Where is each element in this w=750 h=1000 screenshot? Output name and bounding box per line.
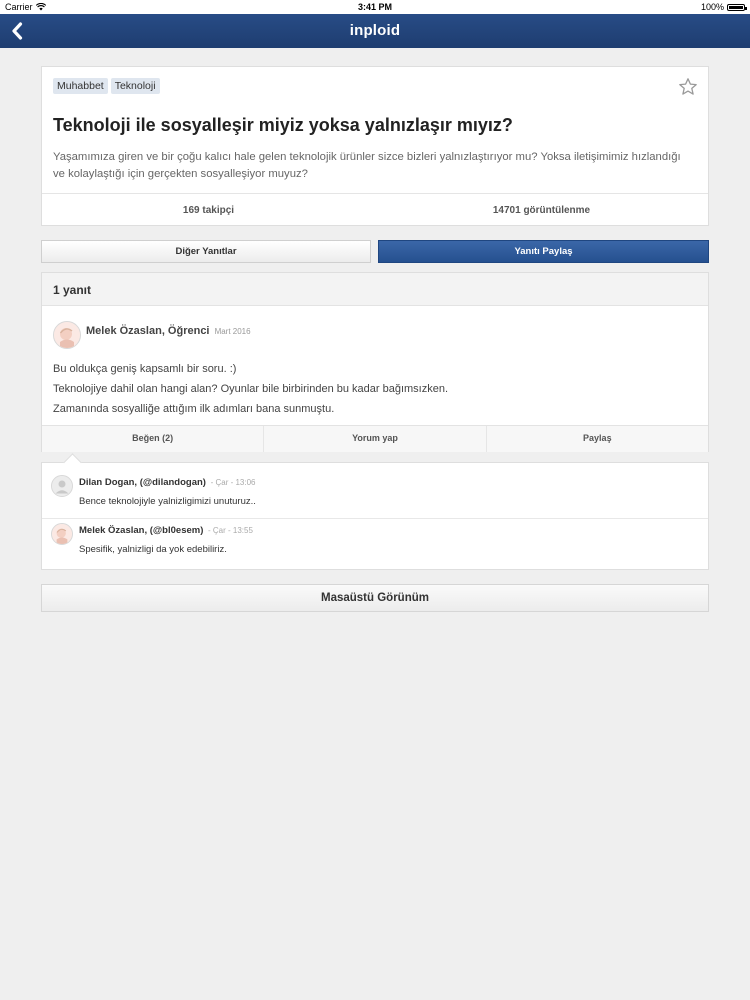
question-card: Muhabbet Teknoloji Teknoloji ile sosyall… — [41, 66, 709, 226]
star-icon[interactable] — [678, 77, 698, 97]
share-answer-button[interactable]: Yanıtı Paylaş — [378, 240, 709, 263]
battery-icon — [727, 3, 747, 11]
comment-item: Dilan Dogan, (@dilandogan) - Çar - 13:06… — [42, 471, 708, 518]
comment-time: - Çar - 13:06 — [210, 478, 256, 487]
other-answers-button[interactable]: Diğer Yanıtlar — [41, 240, 371, 263]
question-stats: 169 takipçi 14701 görüntülenme — [42, 193, 708, 227]
answer-line: Bu oldukça geniş kapsamlı bir soru. :) — [53, 363, 237, 375]
status-time: 3:41 PM — [357, 2, 392, 12]
tag-muhabbet[interactable]: Muhabbet — [53, 78, 108, 94]
question-description: Yaşamımıza giren ve bir çoğu kalıcı hale… — [53, 151, 681, 180]
comment-author[interactable]: Dilan Dogan, (@dilandogan) - Çar - 13:06 — [79, 477, 256, 488]
status-bar: Carrier 3:41 PM 100% — [0, 0, 750, 14]
tag-teknoloji[interactable]: Teknoloji — [110, 78, 160, 94]
baby-avatar-icon — [54, 322, 80, 348]
like-button[interactable]: Beğen (2) — [42, 426, 263, 452]
comment-item: Melek Özaslan, (@bl0esem) - Çar - 13:55 … — [42, 518, 708, 571]
comments-card: Dilan Dogan, (@dilandogan) - Çar - 13:06… — [41, 453, 709, 571]
comment-button[interactable]: Yorum yap — [263, 426, 485, 452]
default-avatar-icon — [52, 476, 72, 496]
answer-line: Teknolojiye dahil olan hangi alan? Oyunl… — [53, 383, 449, 395]
answer-line: Zamanında sosyalliğe attığım ilk adımlar… — [53, 403, 335, 415]
comments-pointer — [63, 453, 82, 472]
answer-actions: Beğen (2) Yorum yap Paylaş — [42, 425, 708, 452]
desktop-view-button[interactable]: Masaüstü Görünüm — [41, 584, 709, 612]
avatar[interactable] — [53, 321, 81, 349]
nav-bar: inploid — [0, 14, 750, 48]
answer-author-name: Melek Özaslan, Öğrenci — [86, 325, 210, 337]
answer-count: 1 yanıt — [53, 283, 92, 297]
answer-date: Mart 2016 — [214, 327, 251, 336]
share-button[interactable]: Paylaş — [485, 426, 708, 452]
avatar[interactable] — [51, 523, 73, 545]
question-title: Teknoloji ile sosyalleşir miyiz yoksa ya… — [53, 115, 513, 135]
baby-avatar-icon — [52, 524, 72, 544]
comment-author-name: Melek Özaslan, (@bl0esem) — [79, 525, 204, 536]
comment-time: - Çar - 13:55 — [208, 526, 253, 535]
question-tags: Muhabbet Teknoloji — [53, 78, 160, 94]
answer-author[interactable]: Melek Özaslan, Öğrenci Mart 2016 — [86, 325, 251, 337]
app-logo: inploid — [349, 22, 401, 39]
battery-percent: 100% — [700, 2, 724, 12]
battery-info: 100% — [700, 2, 747, 12]
views-count: 14701 görüntülenme — [492, 205, 591, 216]
comment-author[interactable]: Melek Özaslan, (@bl0esem) - Çar - 13:55 — [79, 525, 253, 536]
answer-body: Bu oldukça geniş kapsamlı bir soru. :) T… — [53, 359, 448, 419]
avatar[interactable] — [51, 475, 73, 497]
followers-count[interactable]: 169 takipçi — [42, 194, 375, 227]
answer-count-header: 1 yanıt — [42, 273, 708, 306]
answer-card: 1 yanıt Melek Özaslan, Öğrenci Mart 2016… — [41, 272, 709, 452]
comment-text: Bence teknolojiyle yalnizligimizi unutur… — [79, 496, 256, 507]
comment-author-name: Dilan Dogan, (@dilandogan) — [79, 477, 206, 488]
comment-text: Spesifik, yalnizligi da yok edebiliriz. — [79, 544, 227, 555]
